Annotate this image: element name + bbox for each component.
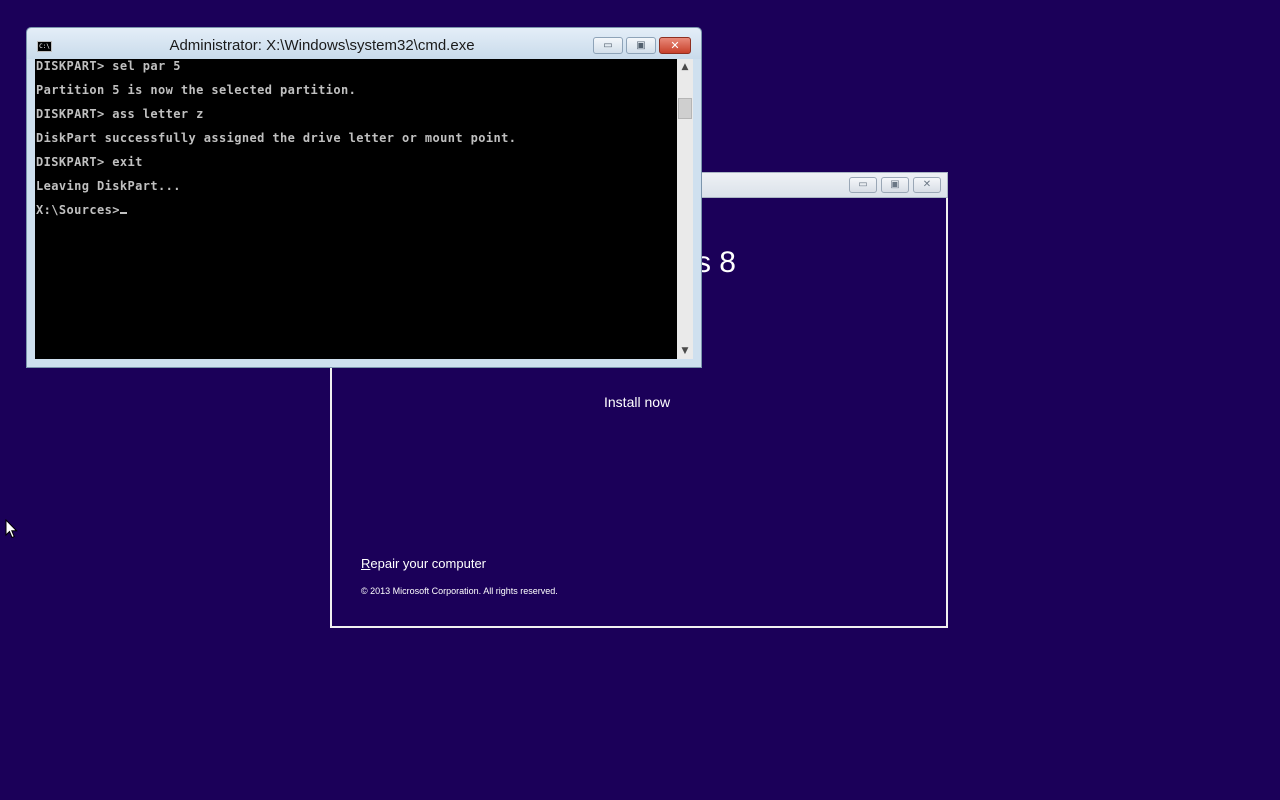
repair-link-label: epair your computer — [370, 556, 487, 571]
cmd-minimize-button[interactable]: ▭ — [593, 37, 623, 54]
command-prompt-line[interactable]: X:\Sources> — [36, 203, 127, 217]
cmd-close-button[interactable]: ✕ — [659, 37, 691, 54]
console-output[interactable]: DISKPART> sel par 5 Partition 5 is now t… — [35, 59, 677, 359]
console-scrollbar[interactable]: ▲ ▼ — [677, 59, 693, 359]
mouse-pointer-icon — [5, 519, 18, 539]
cmd-window-title: Administrator: X:\Windows\system32\cmd.e… — [169, 37, 475, 54]
setup-maximize-button[interactable]: ▣ — [881, 177, 909, 193]
cmd-maximize-button[interactable]: ▣ — [626, 37, 656, 54]
scrollbar-thumb[interactable] — [678, 98, 692, 119]
copyright-text: © 2013 Microsoft Corporation. All rights… — [361, 586, 558, 596]
setup-close-button[interactable]: ✕ — [913, 177, 941, 193]
setup-window-controls: ▭ ▣ ✕ — [849, 177, 941, 193]
console-line: Leaving DiskPart... — [36, 179, 181, 193]
cmd-titlebar[interactable]: C:\ Administrator: X:\Windows\system32\c… — [27, 28, 701, 59]
cmd-window: C:\ Administrator: X:\Windows\system32\c… — [26, 27, 702, 368]
console-line: Partition 5 is now the selected partitio… — [36, 83, 357, 97]
setup-minimize-button[interactable]: ▭ — [849, 177, 877, 193]
scroll-down-arrow-icon[interactable]: ▼ — [677, 343, 693, 359]
repair-your-computer-link[interactable]: Repair your computer — [361, 556, 486, 571]
console-line: DISKPART> ass letter z — [36, 107, 204, 121]
scroll-up-arrow-icon[interactable]: ▲ — [677, 59, 693, 75]
install-now-button[interactable]: Install now — [604, 394, 670, 410]
repair-access-key: R — [361, 556, 371, 571]
prompt-text: X:\Sources> — [36, 203, 120, 217]
text-cursor — [119, 212, 127, 214]
console-line: DISKPART> sel par 5 — [36, 59, 181, 73]
cmd-window-controls: ▭ ▣ ✕ — [593, 37, 691, 54]
console-line: DiskPart successfully assigned the drive… — [36, 131, 517, 145]
console-line: DISKPART> exit — [36, 155, 143, 169]
